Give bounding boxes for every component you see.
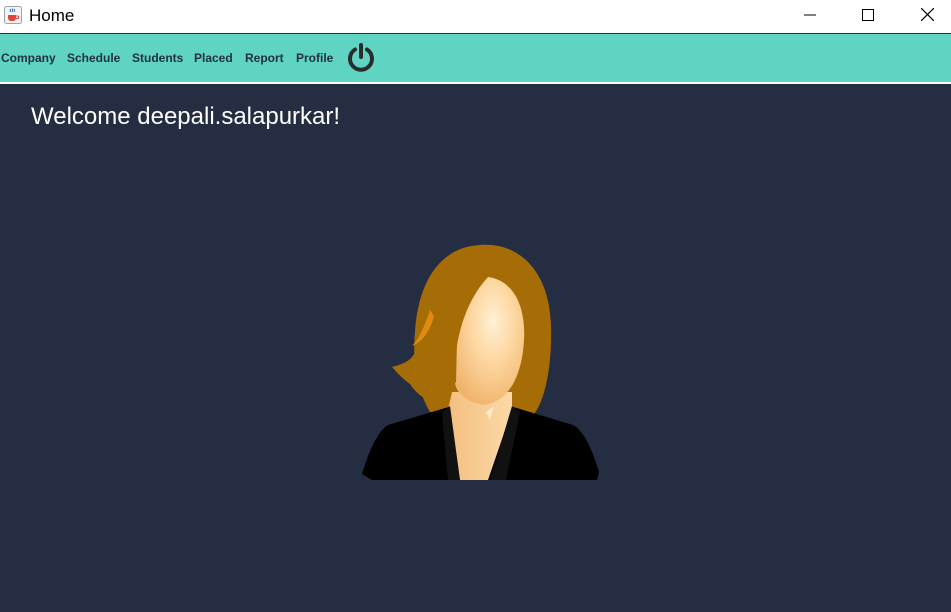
menu-item-report[interactable]: Report (245, 51, 284, 65)
menu-bar: Company Schedule Students Placed Report … (0, 34, 951, 82)
menu-item-profile[interactable]: Profile (296, 51, 333, 65)
close-button[interactable] (904, 0, 950, 33)
logout-button[interactable] (345, 42, 377, 74)
maximize-icon (862, 8, 874, 26)
woman-avatar-icon (360, 242, 602, 484)
minimize-button[interactable] (787, 0, 833, 33)
menu-item-company[interactable]: Company (1, 51, 56, 65)
minimize-icon (804, 8, 816, 26)
power-icon (345, 43, 377, 78)
welcome-message: Welcome deepali.salapurkar! (31, 103, 341, 130)
menu-divider (0, 82, 951, 84)
menu-item-students[interactable]: Students (132, 51, 183, 65)
title-bar: Home (0, 0, 951, 33)
menu-item-schedule[interactable]: Schedule (67, 51, 120, 65)
java-coffee-icon (4, 6, 22, 24)
window-title: Home (29, 6, 75, 25)
menu-item-placed[interactable]: Placed (194, 51, 233, 65)
maximize-button[interactable] (845, 0, 891, 33)
close-icon (920, 7, 934, 26)
